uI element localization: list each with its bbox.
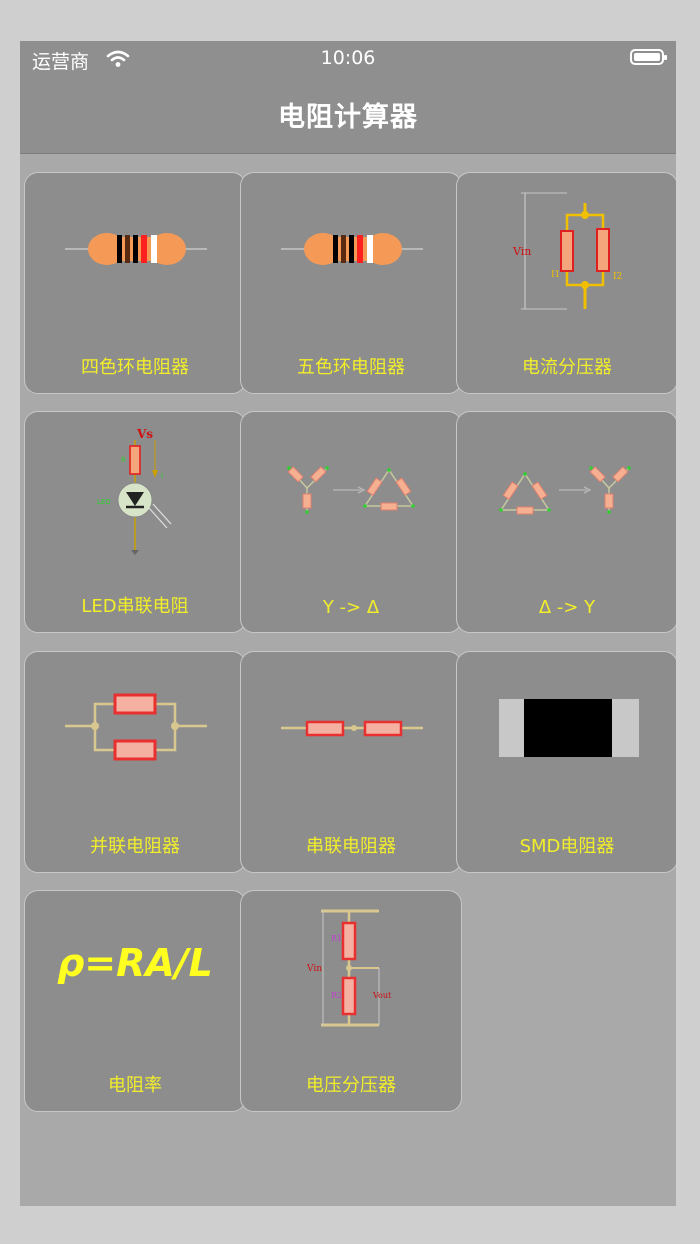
current-divider-icon: Vin I1 I2 (512, 192, 622, 310)
tile-label: 串联电阻器 (306, 836, 396, 857)
tile-led-series-resistor[interactable]: Vs LED R I LED串联电阻 (24, 411, 246, 633)
five-band-resistor-icon (281, 233, 423, 265)
svg-text:R: R (121, 456, 126, 464)
status-bar: 运营商 10:06 (20, 41, 676, 77)
tile-series-resistor[interactable]: 串联电阻器 (240, 651, 462, 873)
svg-text:I: I (161, 472, 163, 480)
tile-label: 五色环电阻器 (297, 357, 405, 378)
status-time: 10:06 (320, 47, 376, 69)
page-title: 电阻计算器 (278, 102, 418, 133)
tile-label: 四色环电阻器 (81, 357, 189, 378)
app-screen: 运营商 10:06 电阻计算器 四色环电阻器 五色环电阻器 Vin I1 I2 … (20, 41, 676, 1206)
series-resistor-icon (281, 720, 423, 737)
tile-parallel-resistor[interactable]: 并联电阻器 (24, 651, 246, 873)
tile-label: Y -> Δ (322, 597, 380, 618)
voltage-divider-icon: R1 R2 Vin Vout (306, 909, 392, 1027)
tile-label: LED串联电阻 (81, 596, 189, 617)
smd-resistor-icon (499, 699, 639, 757)
navigation-bar: 运营商 10:06 电阻计算器 (20, 41, 676, 154)
tile-wye-to-delta[interactable]: Y -> Δ (240, 411, 462, 633)
tile-label: 并联电阻器 (90, 836, 180, 857)
vin-label: Vin (512, 245, 531, 258)
i1-label: I1 (551, 270, 560, 280)
vout-label: Vout (372, 991, 392, 1000)
tile-voltage-divider[interactable]: R1 R2 Vin Vout 电压分压器 (240, 890, 462, 1112)
vs-label: Vs (136, 427, 153, 441)
delta-to-wye-icon (499, 466, 631, 515)
tile-label: Δ -> Y (538, 597, 596, 618)
vin-label: Vin (306, 964, 322, 974)
tile-four-band-resistor[interactable]: 四色环电阻器 (24, 172, 246, 394)
tile-smd-resistor[interactable]: SMD电阻器 (456, 651, 676, 873)
tile-delta-to-wye[interactable]: Δ -> Y (456, 411, 676, 633)
tile-resistivity[interactable]: ρ=RA/L 电阻率 (24, 890, 246, 1112)
led-series-resistor-icon: Vs LED R I (97, 427, 172, 555)
tile-label: SMD电阻器 (519, 836, 615, 857)
resistivity-formula-icon: ρ=RA/L (57, 941, 213, 985)
svg-text:LED: LED (97, 498, 111, 506)
tile-five-band-resistor[interactable]: 五色环电阻器 (240, 172, 462, 394)
tile-current-divider[interactable]: Vin I1 I2 电流分压器 (456, 172, 676, 394)
i2-label: I2 (613, 272, 622, 282)
parallel-resistor-icon (65, 693, 207, 761)
four-band-resistor-icon (65, 233, 207, 265)
r2-label: R2 (331, 991, 342, 1000)
tile-label: 电阻率 (108, 1075, 162, 1096)
battery-icon (630, 49, 667, 65)
tile-label: 电压分压器 (306, 1075, 396, 1096)
wye-to-delta-icon (287, 466, 415, 514)
r1-label: R1 (331, 934, 342, 943)
tile-label: 电流分压器 (522, 357, 612, 378)
